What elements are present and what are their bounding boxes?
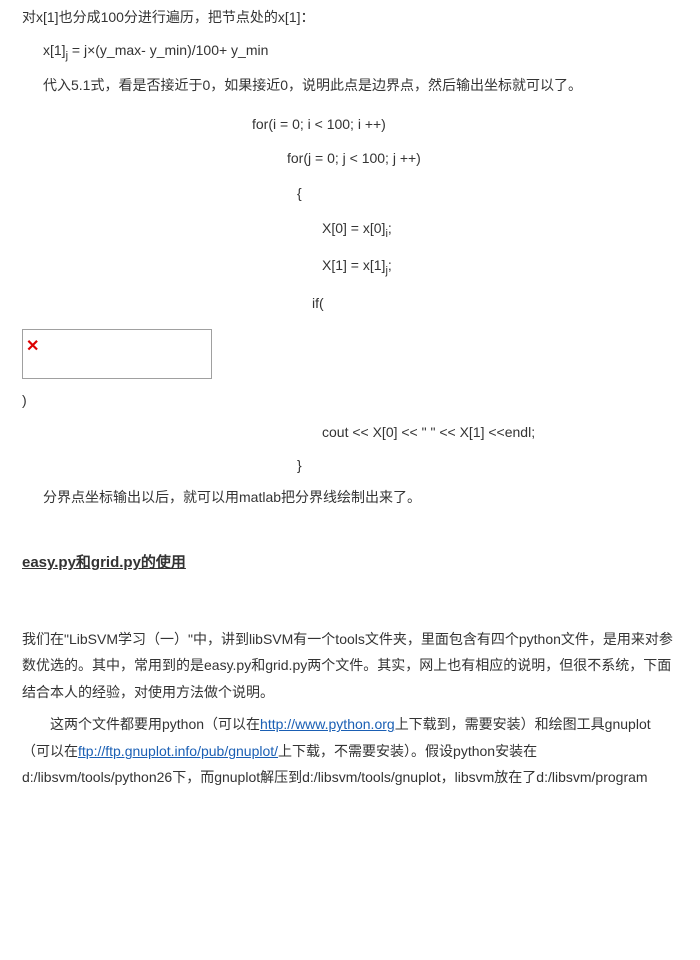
code-text: X[1] = x[1] (322, 257, 385, 273)
code-close-brace: } (22, 452, 678, 479)
code-assign-x1: X[1] = x[1]j; (22, 252, 678, 282)
code-block: for(i = 0; i < 100; i ++) for(j = 0; j <… (22, 111, 678, 317)
formula-var: x[1] (43, 42, 66, 58)
code-cout: cout << X[0] << " " << X[1] <<endl; (22, 419, 678, 446)
link-gnuplot-ftp[interactable]: ftp://ftp.gnuplot.info/pub/gnuplot/ (78, 743, 278, 759)
code-text: X[0] = x[0] (322, 220, 385, 236)
formula-x1j: x[1]j = j×(y_max- y_min)/100+ y_min (22, 37, 678, 67)
broken-image-x-icon: ✕ (26, 332, 39, 362)
code-if: if( (22, 290, 678, 317)
code-close-paren: ) (22, 387, 678, 414)
formula-expr: = j×(y_max- y_min)/100+ y_min (68, 42, 268, 58)
code-text: ; (388, 257, 392, 273)
broken-image-placeholder: ✕ (22, 329, 212, 379)
code-text: ; (388, 220, 392, 236)
text-segment: 这两个文件都要用python（可以在 (50, 716, 260, 732)
paragraph-tools-intro: 我们在"LibSVM学习（一）"中，讲到libSVM有一个tools文件夹，里面… (22, 626, 678, 706)
code-for-i: for(i = 0; i < 100; i ++) (22, 111, 678, 138)
code-for-j: for(j = 0; j < 100; j ++) (22, 145, 678, 172)
section-heading-easy-grid: easy.py和grid.py的使用 (22, 549, 678, 578)
link-python-org[interactable]: http://www.python.org (260, 716, 395, 732)
code-assign-x0: X[0] = x[0]i; (22, 215, 678, 245)
paragraph-x1-traverse: 对x[1]也分成100分进行遍历，把节点处的x[1]： (22, 4, 678, 31)
paragraph-matlab: 分界点坐标输出以后，就可以用matlab把分界线绘制出来了。 (22, 484, 678, 511)
code-open-brace: { (22, 180, 678, 207)
paragraph-python-gnuplot: 这两个文件都要用python（可以在http://www.python.org上… (22, 711, 678, 791)
paragraph-substitute: 代入5.1式，看是否接近于0，如果接近0，说明此点是边界点，然后输出坐标就可以了… (22, 72, 678, 99)
